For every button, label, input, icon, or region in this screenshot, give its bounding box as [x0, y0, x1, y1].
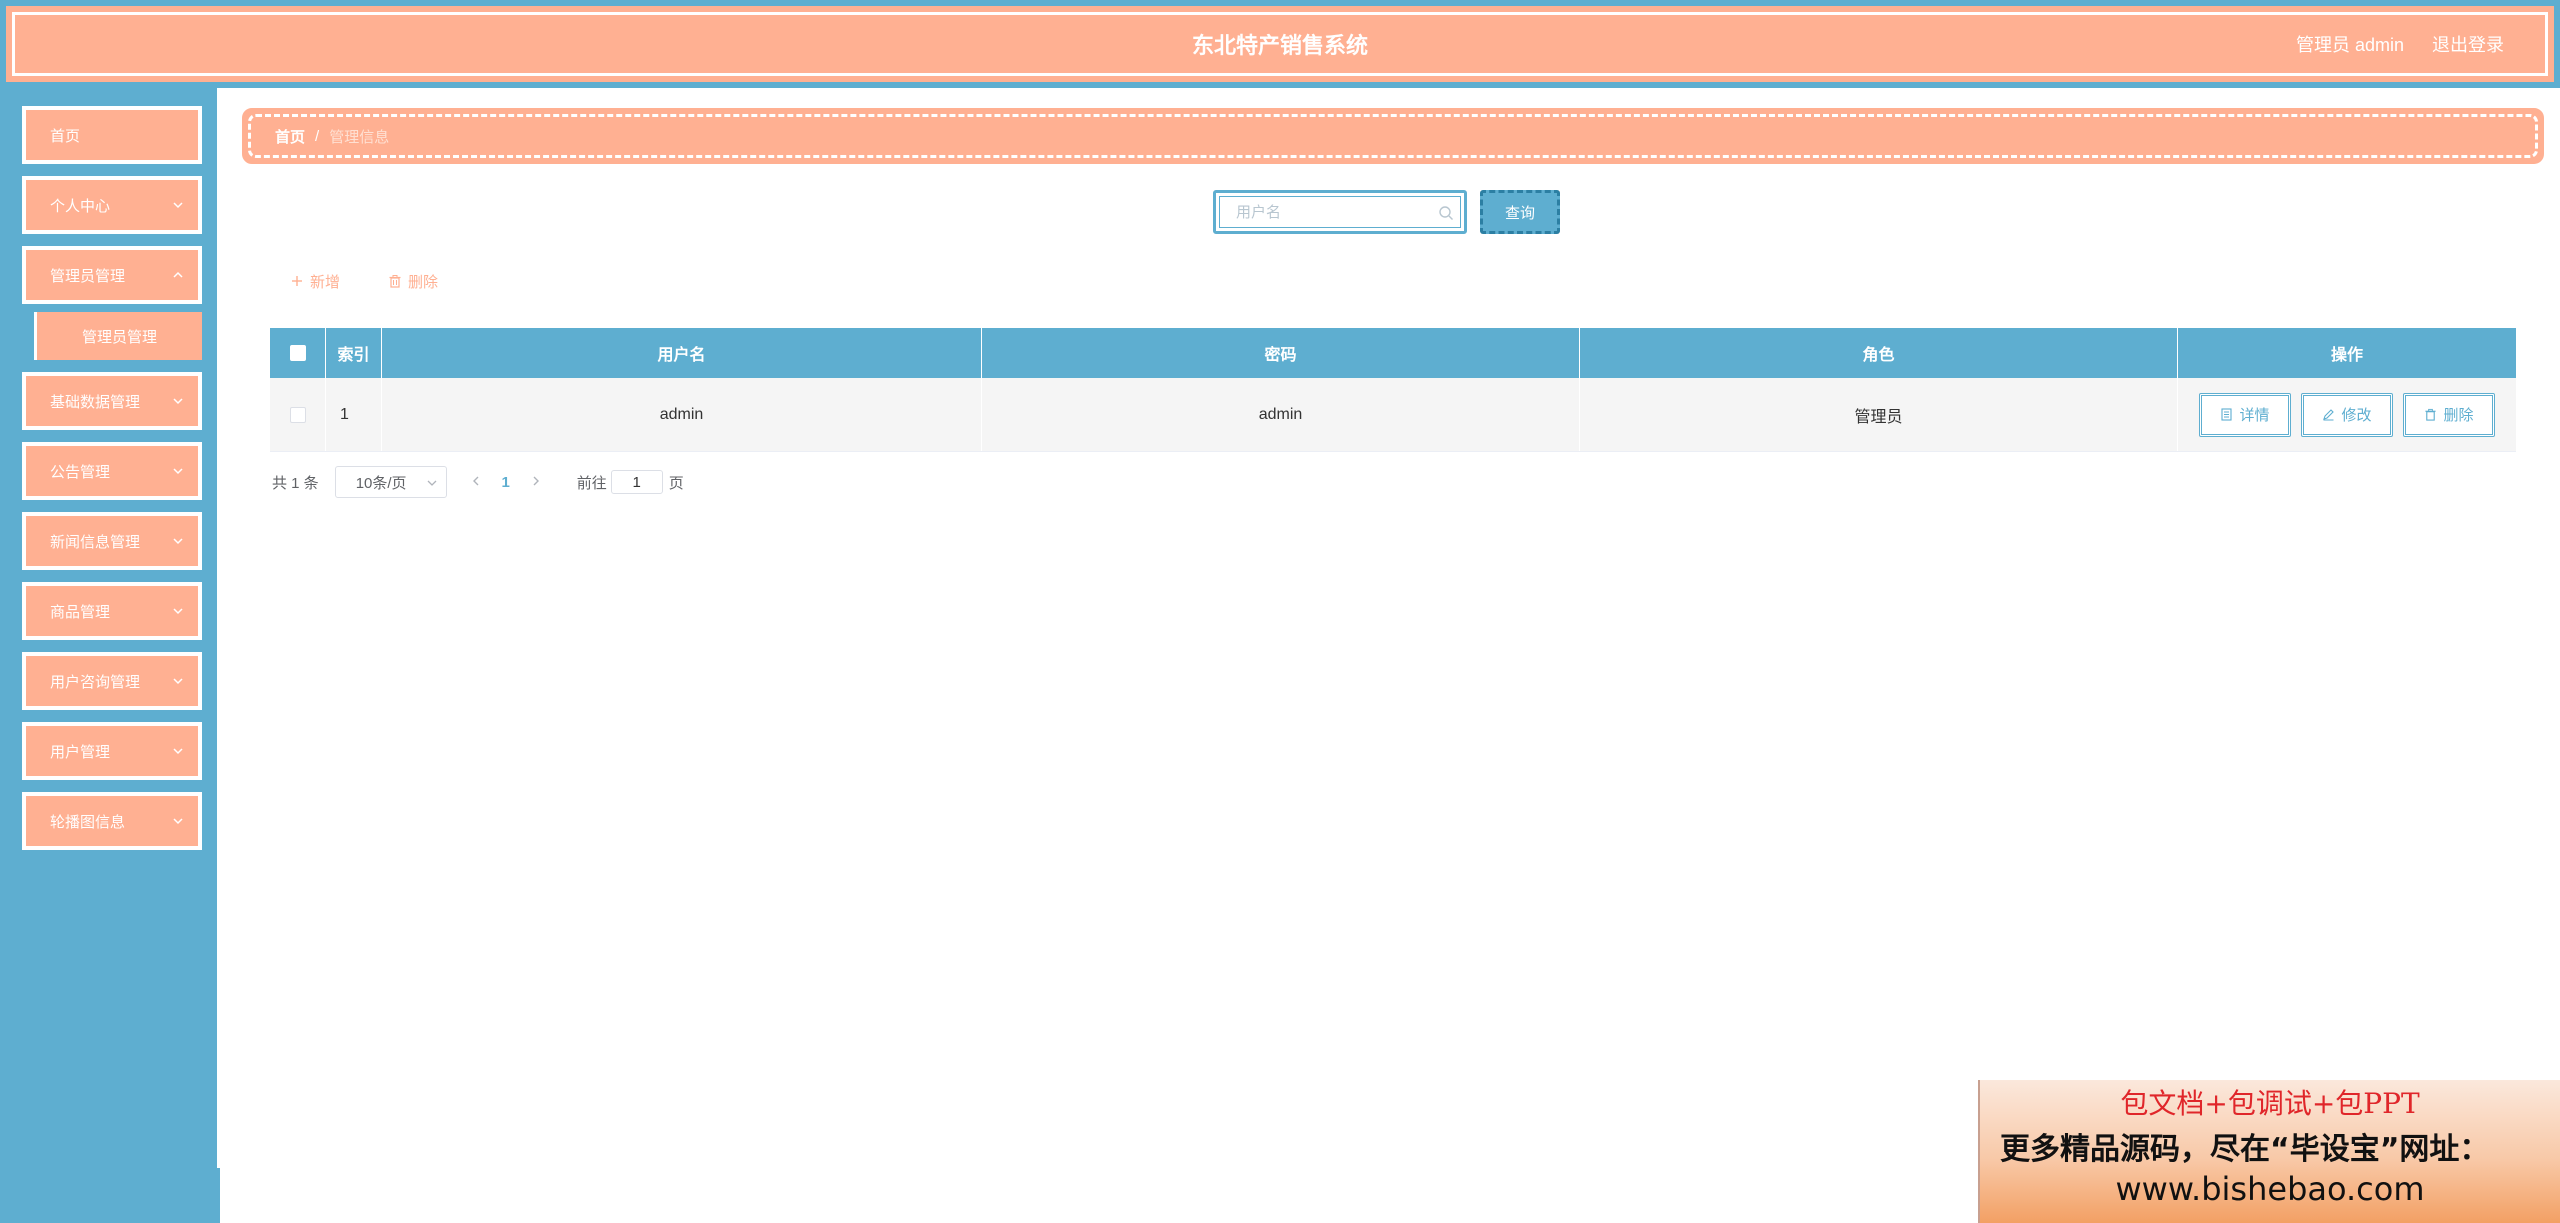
pagination: 共 1 条 10条/页 1 前往 页 [272, 466, 684, 498]
chevron-left-icon [472, 476, 479, 485]
sidebar-item-label: 首页 [50, 127, 81, 145]
header-user-area: 管理员 admin 退出登录 [2296, 6, 2504, 82]
row-check-cell [270, 378, 326, 451]
trash-icon [389, 275, 401, 288]
promo-line-2: 更多精品源码，尽在“毕设宝”网址： [2000, 1132, 2490, 1167]
sidebar-item-notice[interactable]: 公告管理 [22, 442, 202, 500]
page-size-value: 10条/页 [355, 474, 407, 492]
chevron-down-icon [173, 202, 183, 209]
sidebar-item-news[interactable]: 新闻信息管理 [22, 512, 202, 570]
logout-link[interactable]: 退出登录 [2432, 31, 2504, 57]
column-header-username: 用户名 [382, 328, 982, 378]
cell-actions: 详情 修改 删除 [2178, 378, 2516, 451]
column-header-actions: 操作 [2330, 347, 2363, 364]
top-header: 东北特产销售系统 管理员 admin 退出登录 [0, 0, 2560, 88]
sidebar-item-carousel[interactable]: 轮播图信息 [22, 792, 202, 850]
search-box [1213, 190, 1467, 234]
app-title: 东北特产销售系统 [1191, 33, 1368, 58]
column-header-index: 索引 [326, 328, 382, 378]
chevron-right-icon [533, 476, 539, 485]
sidebar-item-label: 新闻信息管理 [50, 533, 141, 551]
cell-role: 管理员 [1580, 378, 2178, 451]
sidebar-item-home[interactable]: 首页 [22, 106, 202, 164]
table-row: 1 admin admin 管理员 详情 修改 删除 [270, 378, 2516, 452]
sidebar-item-label: 用户咨询管理 [50, 673, 141, 691]
sidebar-item-goods[interactable]: 商品管理 [22, 582, 202, 640]
sidebar-item-label: 个人中心 [50, 197, 111, 215]
add-button-label: 新增 [310, 273, 341, 291]
search-icon [1439, 206, 1453, 220]
sidebar-item-label: 管理员管理 [50, 267, 126, 285]
chevron-up-icon [173, 271, 183, 278]
sidebar-item-personal-center[interactable]: 个人中心 [22, 176, 202, 234]
breadcrumb-separator: / [315, 127, 320, 145]
trash-icon [2425, 408, 2437, 421]
sidebar-item-label: 轮播图信息 [50, 813, 126, 831]
goto-suffix: 页 [668, 474, 684, 492]
promo-line-1: 包文档+包调试+包PPT [2120, 1087, 2420, 1120]
edit-icon [2323, 409, 2335, 421]
promo-banner: 包文档+包调试+包PPT 更多精品源码，尽在“毕设宝”网址： www.bishe… [1978, 1080, 2560, 1223]
detail-button[interactable]: 详情 [2199, 392, 2291, 437]
chevron-down-icon [173, 818, 183, 825]
edit-button-label: 修改 [2341, 407, 2372, 424]
query-button[interactable]: 查询 [1480, 190, 1560, 234]
column-header-role: 角色 [1580, 328, 2178, 378]
sidebar-subitem-admin-management[interactable]: 管理员管理 [34, 312, 202, 360]
cell-username: admin [382, 378, 982, 451]
breadcrumb: 首页 / 管理信息 [242, 108, 2544, 164]
sidebar-item-users[interactable]: 用户管理 [22, 722, 202, 780]
batch-delete-button[interactable]: 删除 [388, 266, 438, 296]
edit-button[interactable]: 修改 [2301, 392, 2393, 437]
sidebar-item-basic-data[interactable]: 基础数据管理 [22, 372, 202, 430]
row-delete-button-label: 删除 [2443, 407, 2474, 424]
plus-icon [292, 276, 302, 286]
select-all-checkbox[interactable] [289, 345, 306, 361]
row-checkbox[interactable] [289, 406, 306, 423]
document-icon [2221, 408, 2233, 421]
breadcrumb-frame: 首页 / 管理信息 [248, 114, 2538, 158]
chevron-down-icon [173, 748, 183, 755]
sidebar-item-admin-management[interactable]: 管理员管理 [22, 246, 202, 304]
chevron-down-icon [427, 480, 437, 486]
sidebar-item-label: 用户管理 [50, 743, 111, 761]
column-header-password: 密码 [982, 328, 1580, 378]
chevron-down-icon [173, 468, 183, 475]
sidebar: 首页 个人中心 管理员管理 管理员管理 基础数据管理 公告管理 新闻信息管理 商… [0, 88, 220, 1223]
next-page-button[interactable] [521, 474, 551, 491]
admin-table: 索引 用户名 密码 角色 操作 1 admin admin 管理员 详情 修改 … [270, 328, 2516, 452]
page-size-select[interactable]: 10条/页 [334, 466, 447, 498]
goto-page-input[interactable] [610, 470, 663, 494]
chevron-down-icon [173, 678, 183, 685]
table-header: 索引 用户名 密码 角色 操作 [270, 328, 2516, 378]
chevron-down-icon [173, 398, 183, 405]
select-all-cell [270, 328, 326, 378]
add-button[interactable]: 新增 [290, 266, 340, 296]
prev-page-button[interactable] [461, 474, 491, 491]
breadcrumb-current: 管理信息 [329, 128, 390, 146]
sidebar-item-user-consult[interactable]: 用户咨询管理 [22, 652, 202, 710]
row-delete-button[interactable]: 删除 [2403, 392, 2495, 437]
goto-label: 前往 [576, 474, 607, 492]
breadcrumb-home-link[interactable]: 首页 [275, 126, 305, 147]
batch-delete-label: 删除 [408, 273, 439, 291]
cell-password: admin [982, 378, 1580, 451]
current-user-label: 管理员 admin [2295, 35, 2404, 55]
promo-url: www.bishebao.com [2115, 1170, 2425, 1208]
detail-button-label: 详情 [2239, 407, 2270, 424]
search-input[interactable] [1219, 196, 1461, 228]
pagination-total: 共 1 条 [272, 474, 319, 492]
sidebar-item-label: 基础数据管理 [50, 393, 141, 411]
sidebar-item-label: 商品管理 [50, 603, 111, 621]
chevron-down-icon [173, 608, 183, 615]
cell-index: 1 [326, 378, 382, 451]
page-number-current[interactable]: 1 [491, 474, 521, 491]
sidebar-item-label: 公告管理 [50, 463, 111, 481]
chevron-down-icon [173, 538, 183, 545]
